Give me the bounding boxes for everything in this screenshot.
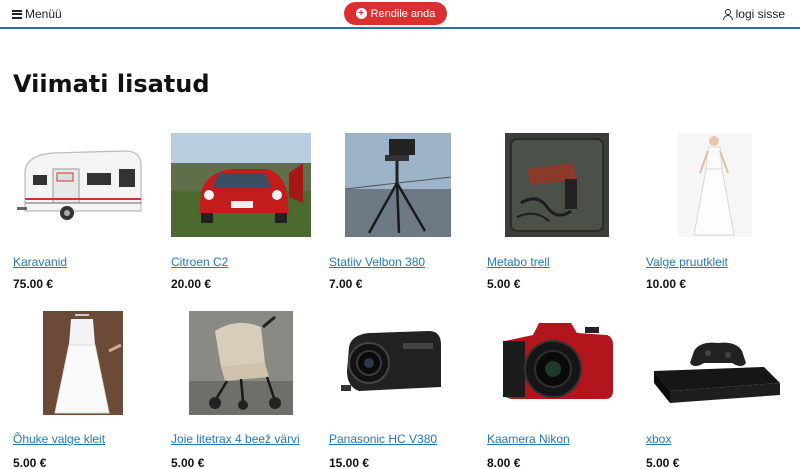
tripod-image[interactable]: [329, 133, 469, 237]
item-price: 8.00 €: [487, 456, 521, 469]
caravan-image[interactable]: [13, 133, 153, 237]
item-price: 5.00 €: [13, 456, 47, 469]
nikon-camera-image[interactable]: [487, 311, 627, 415]
item-price: 5.00 €: [171, 456, 205, 469]
plus-circle-icon: +: [355, 8, 367, 19]
rent-out-button[interactable]: + Rendile anda: [344, 2, 447, 25]
page-title: Viimati lisatud: [13, 70, 210, 98]
login-label: logi sisse: [735, 7, 785, 21]
item-link[interactable]: Õhuke valge kleit: [13, 432, 105, 446]
login-link[interactable]: logi sisse: [722, 7, 785, 21]
hamburger-icon: [12, 9, 22, 19]
stroller-image[interactable]: [171, 311, 311, 415]
camcorder-image[interactable]: [329, 311, 469, 415]
item-link[interactable]: Valge pruutkleit: [646, 255, 728, 269]
item-price: 5.00 €: [487, 277, 521, 291]
white-dress-image[interactable]: [13, 311, 153, 415]
item-link[interactable]: Metabo trell: [487, 255, 550, 269]
xbox-console-image[interactable]: [646, 311, 786, 415]
item-price: 75.00 €: [13, 277, 54, 291]
item-link[interactable]: xbox: [646, 432, 671, 446]
item-link[interactable]: Kaamera Nikon: [487, 432, 570, 446]
item-link[interactable]: Joie litetrax 4 beež värvi: [171, 432, 300, 446]
menu-button[interactable]: Menüü: [12, 7, 62, 21]
drill-case-image[interactable]: [487, 133, 627, 237]
item-link[interactable]: Citroen C2: [171, 255, 228, 269]
item-price: 5.00 €: [646, 456, 680, 469]
user-icon: [722, 8, 733, 20]
rent-out-label: Rendile anda: [370, 7, 436, 20]
item-price: 20.00 €: [171, 277, 212, 291]
item-price: 7.00 €: [329, 277, 363, 291]
item-link[interactable]: Panasonic HC V380: [329, 432, 437, 446]
item-link[interactable]: Statiiv Velbon 380: [329, 255, 425, 269]
red-car-image[interactable]: [171, 133, 311, 237]
menu-label: Menüü: [25, 7, 62, 21]
item-link[interactable]: Karavanid: [13, 255, 67, 269]
top-navigation-bar: Menüü + Rendile anda logi sisse: [0, 0, 800, 29]
item-price: 15.00 €: [329, 456, 370, 469]
item-price: 10.00 €: [646, 277, 687, 291]
wedding-dress-image[interactable]: [646, 133, 786, 237]
